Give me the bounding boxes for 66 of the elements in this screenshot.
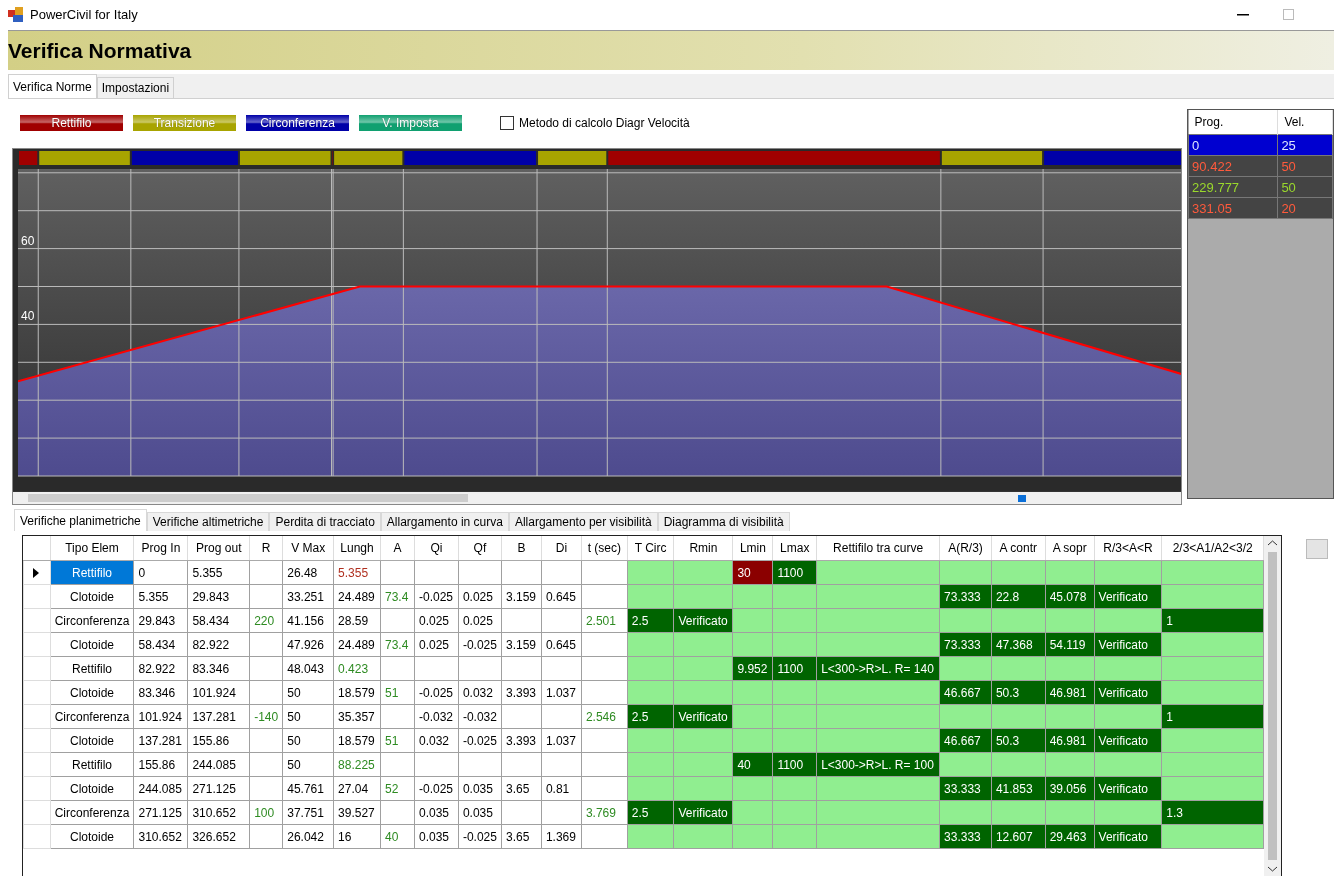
row-header[interactable] <box>23 560 50 585</box>
window-title: PowerCivil for Italy <box>30 7 139 22</box>
table-cell[interactable]: 25 <box>1277 134 1333 156</box>
column-header: A contr <box>991 536 1046 561</box>
column-header: Prog In <box>134 536 188 561</box>
minimize-button[interactable] <box>1237 13 1249 16</box>
table-cell: L<300->R>L. R= 100 <box>816 752 940 777</box>
cell-text: 50 <box>1281 158 1296 174</box>
table-cell: 1.3 <box>1161 800 1264 825</box>
tab[interactable]: Verifiche altimetriche <box>146 512 270 531</box>
column-header: Prog. <box>1188 110 1278 135</box>
axis-label: 60 <box>21 233 35 248</box>
column-header: T Circ <box>627 536 674 561</box>
column-header: A sopr <box>1045 536 1095 561</box>
column-header: Tipo Elem <box>50 536 134 561</box>
caret-up-icon[interactable] <box>1268 540 1277 546</box>
cell-text: 229.777 <box>1192 179 1240 195</box>
column-header: A <box>380 536 415 561</box>
cell-text: 50 <box>1281 179 1296 195</box>
tab[interactable]: Verifiche planimetriche <box>14 509 147 531</box>
column-header: Rmin <box>673 536 733 561</box>
checkbox-label: Metodo di calcolo Diagr Velocità <box>519 116 690 130</box>
column-header: B <box>501 536 542 561</box>
cell-text: 90.422 <box>1192 158 1232 174</box>
table-cell[interactable]: 229.777 <box>1188 176 1278 198</box>
column-header: R <box>249 536 283 561</box>
tab[interactable]: Verifica Norme <box>8 74 97 98</box>
table-cell[interactable]: 0 <box>1188 134 1278 156</box>
column-header: Prog out <box>187 536 250 561</box>
scrollbar[interactable] <box>13 491 1181 504</box>
column-header: V Max <box>282 536 334 561</box>
column-header: Qf <box>458 536 502 561</box>
tab[interactable]: Allargamento per visibilità <box>508 512 658 531</box>
tab[interactable]: Diagramma di visibilità <box>657 512 790 531</box>
column-header: Di <box>541 536 582 561</box>
legend-button[interactable]: Rettifilo <box>20 115 123 131</box>
maximize-button[interactable] <box>1283 9 1294 20</box>
cell-text: 25 <box>1281 137 1296 153</box>
table-cell: 1 <box>1161 608 1264 633</box>
legend-button[interactable]: Circonferenza <box>246 115 349 131</box>
caret-down-icon[interactable] <box>1268 866 1277 872</box>
tab[interactable]: Perdita di tracciato <box>269 512 381 531</box>
table-cell: L<300->R>L. R= 140 <box>816 656 940 681</box>
current-row-icon <box>33 567 41 578</box>
column-header: Lmin <box>732 536 773 561</box>
column-header: Vel. <box>1277 110 1333 135</box>
scrollbar[interactable] <box>1264 536 1281 876</box>
axis-label: 40 <box>21 309 35 324</box>
column-header: Lmax <box>772 536 817 561</box>
tab[interactable]: Allargamento in curva <box>380 512 509 531</box>
app-icon <box>8 6 24 23</box>
column-header: t (sec) <box>581 536 628 561</box>
cell-text: 20 <box>1281 200 1296 216</box>
column-header: Qi <box>414 536 459 561</box>
column-header: A(R/3) <box>939 536 992 561</box>
column-header: Rettifilo tra curve <box>816 536 940 561</box>
column-header: R/3<A<R <box>1094 536 1162 561</box>
table-cell: 1 <box>1161 704 1264 729</box>
page-title: Verifica Normativa <box>8 38 192 63</box>
cell-text: 331.05 <box>1192 200 1232 216</box>
checkbox[interactable] <box>500 116 514 130</box>
grid-button[interactable] <box>1306 539 1328 559</box>
column-header: Lungh <box>333 536 381 561</box>
tab[interactable]: Impostazioni <box>96 77 175 98</box>
cell-text: 0 <box>1192 137 1200 153</box>
column-header: 2/3<A1/A2<3/2 <box>1161 536 1264 561</box>
